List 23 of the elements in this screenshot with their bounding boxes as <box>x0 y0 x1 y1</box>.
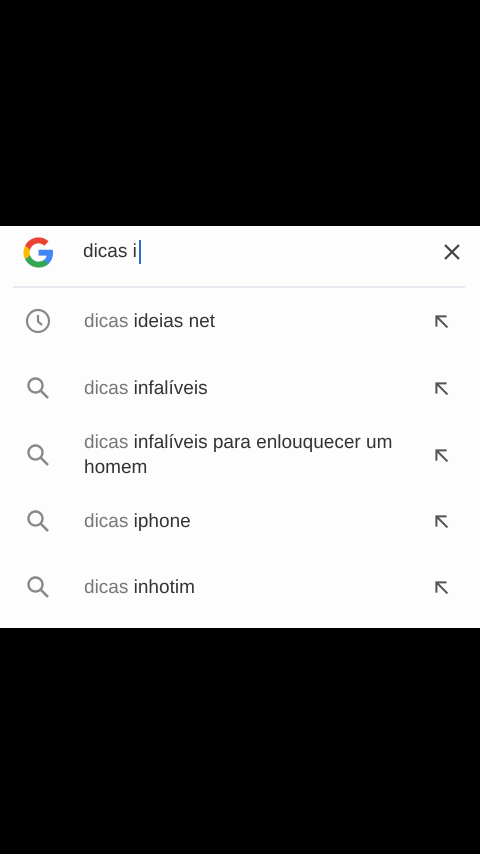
search-icon <box>25 442 51 468</box>
suggestion-item[interactable]: dicas infalíveis <box>0 354 480 422</box>
suggestion-item[interactable]: dicas infalíveis para enlouquecer um homem <box>0 422 480 488</box>
fill-arrow-icon[interactable] <box>433 312 450 330</box>
search-icon <box>25 508 51 534</box>
suggestion-text: dicas ideias net <box>84 310 216 334</box>
search-icon <box>25 375 51 401</box>
fill-arrow-icon[interactable] <box>433 512 450 530</box>
suggestion-text: dicas infalíveis para enlouquecer um homem <box>84 431 394 480</box>
suggestion-text: dicas inhotim <box>84 576 196 600</box>
suggestion-text: dicas iphone <box>84 510 192 534</box>
fill-arrow-icon[interactable] <box>433 446 450 464</box>
suggestion-item[interactable]: dicas iphone <box>0 488 480 554</box>
search-icon <box>25 574 51 600</box>
suggestion-item[interactable]: dicas inhotim <box>0 554 480 620</box>
fill-arrow-icon[interactable] <box>433 578 450 596</box>
close-icon[interactable] <box>442 242 462 262</box>
search-field[interactable]: dicas i <box>83 237 442 267</box>
clock-icon <box>25 308 51 334</box>
suggestion-text: dicas infalíveis <box>84 376 209 400</box>
suggestion-item[interactable]: dicas ideias net <box>0 288 480 354</box>
fill-arrow-icon[interactable] <box>433 380 450 396</box>
google-logo-icon <box>22 236 55 268</box>
